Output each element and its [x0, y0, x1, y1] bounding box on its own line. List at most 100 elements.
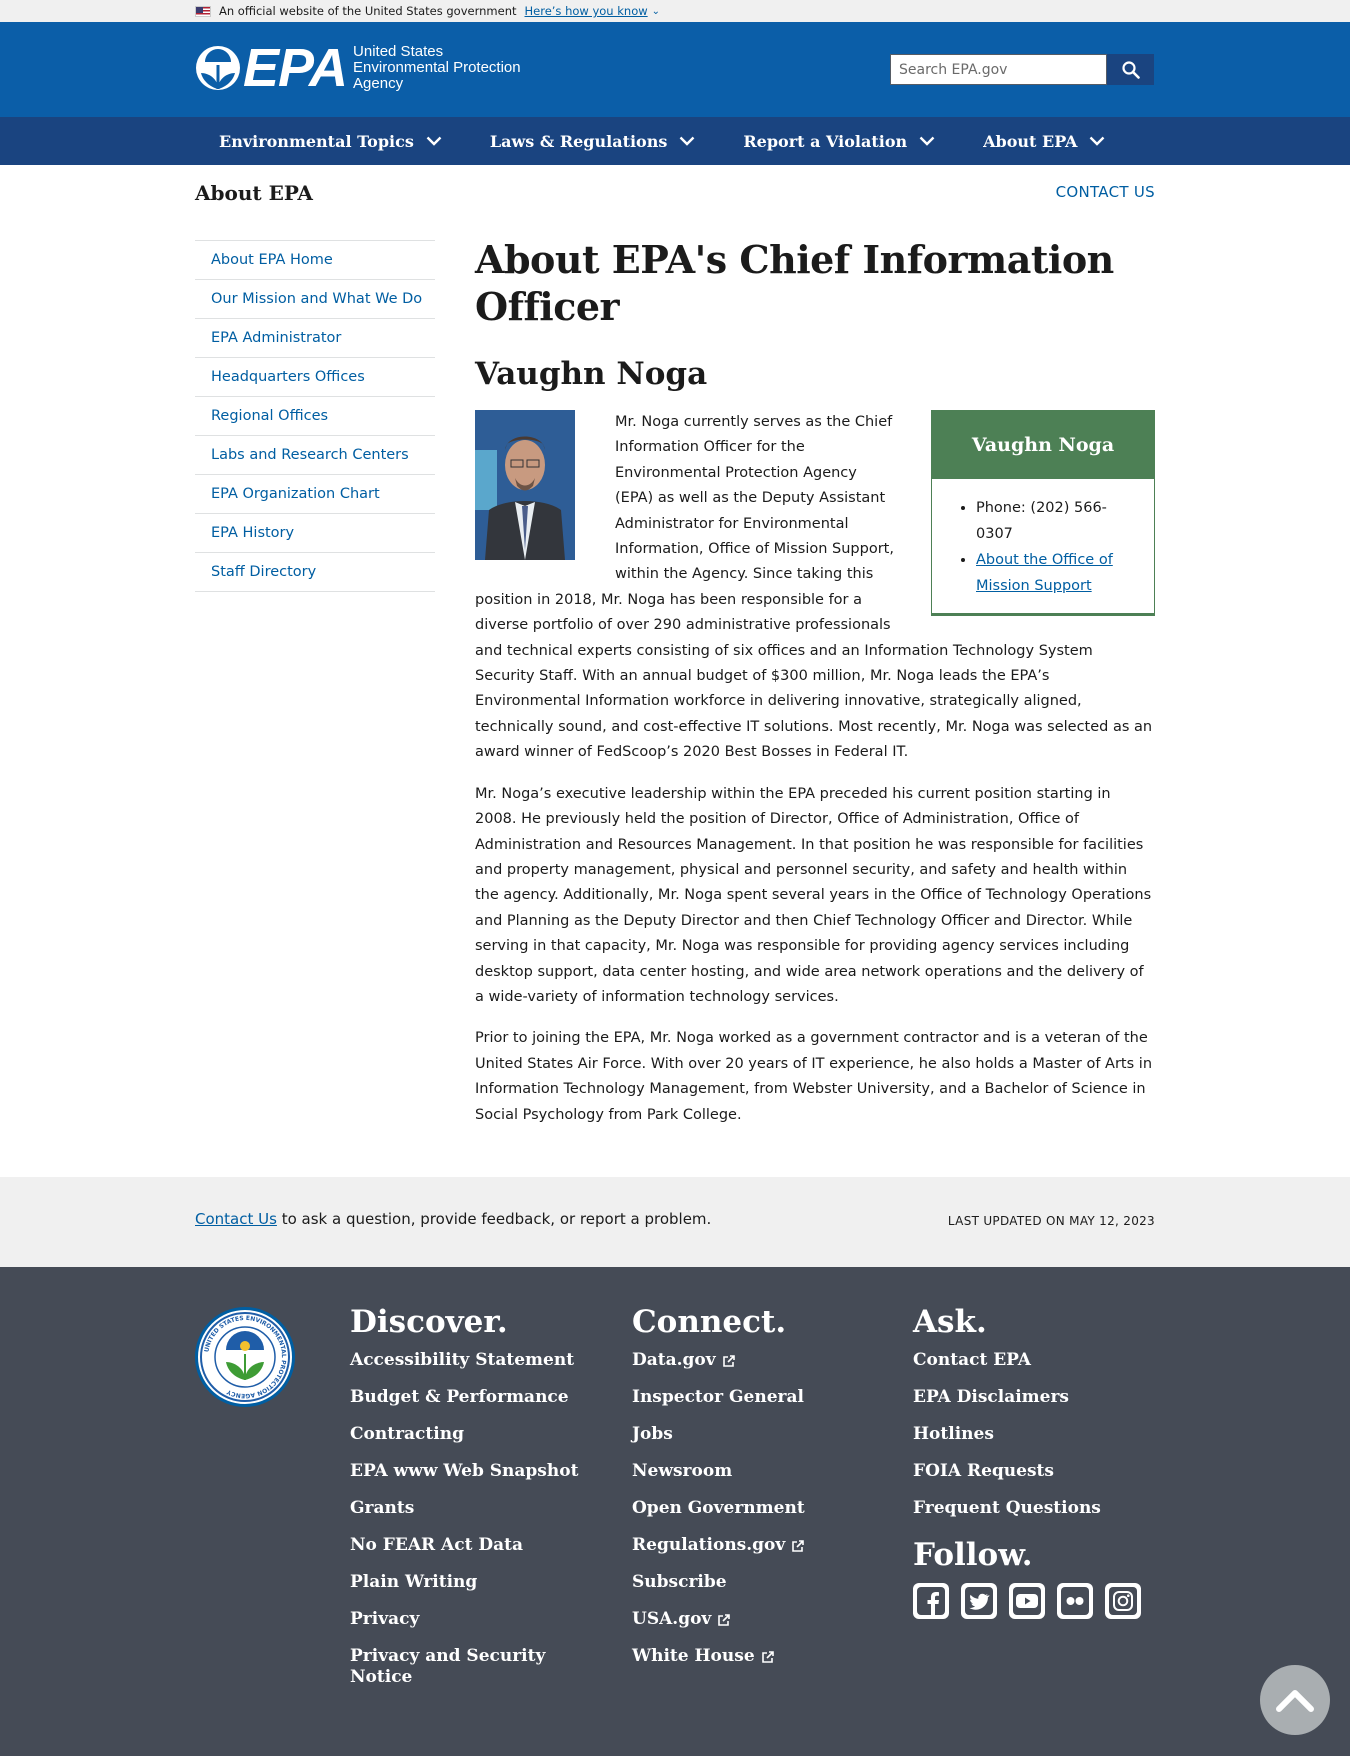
contact-info-box: Vaughn Noga Phone: (202) 566-0307 About …	[931, 410, 1155, 616]
footer-link-foia[interactable]: FOIA Requests	[913, 1461, 1163, 1482]
nav-environmental-topics[interactable]: Environmental Topics	[219, 132, 442, 151]
footer-link-regulations-gov[interactable]: Regulations.gov	[632, 1535, 882, 1556]
footer-link-newsroom[interactable]: Newsroom	[632, 1461, 882, 1482]
last-updated: LAST UPDATED ON MAY 12, 2023	[947, 1214, 1155, 1228]
main-content: About EPA's Chief Information Officer Va…	[475, 236, 1155, 1128]
sidebar-item-about-epa-home[interactable]: About EPA Home	[195, 241, 435, 280]
footer-link-label: White House	[632, 1646, 755, 1666]
agency-name-line3: Agency	[353, 75, 404, 92]
contact-box-link-item: About the Office of Mission Support	[976, 547, 1142, 599]
nav-laws-regulations[interactable]: Laws & Regulations	[490, 132, 696, 151]
sidebar-item-administrator[interactable]: EPA Administrator	[195, 319, 435, 358]
back-to-top-button[interactable]	[1260, 1665, 1330, 1735]
office-of-mission-support-link[interactable]: About the Office of Mission Support	[976, 552, 1113, 594]
page-footer-band: Contact Us to ask a question, provide fe…	[0, 1177, 1350, 1267]
epa-flower-logo-icon	[196, 46, 240, 90]
footer-link-data-gov[interactable]: Data.gov	[632, 1350, 882, 1371]
chevron-down-icon: ⌄	[651, 5, 661, 17]
footer-link-disclaimers[interactable]: EPA Disclaimers	[913, 1387, 1163, 1408]
footer-link-subscribe[interactable]: Subscribe	[632, 1572, 882, 1593]
footer-link-privacy[interactable]: Privacy	[350, 1609, 590, 1630]
footer-link-contact-epa[interactable]: Contact EPA	[913, 1350, 1163, 1371]
sidebar-item-regional-offices[interactable]: Regional Offices	[195, 397, 435, 436]
external-link-icon	[761, 1650, 774, 1663]
ask-heading: Ask.	[913, 1304, 987, 1340]
chevron-down-icon	[680, 136, 695, 146]
footer-link-plain-writing[interactable]: Plain Writing	[350, 1572, 590, 1593]
sidebar-item-org-chart[interactable]: EPA Organization Chart	[195, 475, 435, 514]
footer-link-label: USA.gov	[632, 1609, 712, 1629]
search-button[interactable]	[1107, 54, 1154, 85]
footer-link-label: Regulations.gov	[632, 1535, 786, 1555]
sidebar-nav: About EPA Home Our Mission and What We D…	[195, 240, 435, 592]
contact-box-title: Vaughn Noga	[932, 411, 1154, 479]
footer-link-budget[interactable]: Budget & Performance	[350, 1387, 590, 1408]
heres-how-you-know-link[interactable]: Here’s how you know	[525, 4, 648, 18]
sidebar-item-headquarters[interactable]: Headquarters Offices	[195, 358, 435, 397]
search-form	[890, 54, 1154, 85]
contact-us-footer-link[interactable]: Contact Us	[195, 1210, 277, 1228]
contact-us-link[interactable]: CONTACT US	[1056, 183, 1155, 201]
us-flag-icon	[195, 5, 211, 17]
logo-wordmark: EPA	[243, 38, 348, 98]
footer-ask: Ask. Contact EPA EPA Disclaimers Hotline…	[913, 1302, 1163, 1619]
epa-logo-link[interactable]: EPA United States Environmental Protecti…	[195, 38, 521, 98]
external-link-icon	[722, 1354, 735, 1367]
twitter-icon[interactable]	[961, 1583, 997, 1619]
footer-link-open-government[interactable]: Open Government	[632, 1498, 882, 1519]
bio-body: Vaughn Noga Phone: (202) 566-0307 About …	[475, 410, 1155, 1128]
external-link-icon	[792, 1539, 805, 1552]
agency-name-line2: Environmental Protection	[353, 59, 521, 76]
chevron-down-icon	[1090, 136, 1105, 146]
instagram-icon[interactable]	[1105, 1583, 1141, 1619]
nav-item-label: Report a Violation	[743, 131, 908, 151]
flickr-icon[interactable]	[1057, 1583, 1093, 1619]
footer-link-privacy-security[interactable]: Privacy and Security Notice	[350, 1646, 590, 1688]
footer-link-web-snapshot[interactable]: EPA www Web Snapshot	[350, 1461, 590, 1482]
sidebar-item-mission[interactable]: Our Mission and What We Do	[195, 280, 435, 319]
footer-link-accessibility[interactable]: Accessibility Statement	[350, 1350, 590, 1371]
agency-name: United States Environmental Protection A…	[353, 44, 521, 92]
sidebar-item-history[interactable]: EPA History	[195, 514, 435, 553]
footer-link-usa-gov[interactable]: USA.gov	[632, 1609, 882, 1630]
youtube-icon[interactable]	[1009, 1583, 1045, 1619]
footer-link-faq[interactable]: Frequent Questions	[913, 1498, 1163, 1519]
search-icon	[1121, 60, 1140, 79]
bio-paragraph-3: Prior to joining the EPA, Mr. Noga worke…	[475, 1030, 1153, 1123]
portrait-photo	[475, 410, 575, 560]
person-name-heading: Vaughn Noga	[475, 356, 708, 392]
footer-link-label: Data.gov	[632, 1350, 716, 1370]
main-nav: Environmental Topics Laws & Regulations …	[0, 117, 1350, 165]
phone-number: Phone: (202) 566-0307	[976, 495, 1142, 547]
feedback-text: to ask a question, provide feedback, or …	[276, 1210, 712, 1228]
follow-heading: Follow.	[913, 1537, 1033, 1573]
footer-link-inspector-general[interactable]: Inspector General	[632, 1387, 882, 1408]
footer-link-grants[interactable]: Grants	[350, 1498, 590, 1519]
search-input[interactable]	[890, 54, 1107, 85]
nav-about-epa[interactable]: About EPA	[983, 132, 1105, 151]
footer-link-no-fear[interactable]: No FEAR Act Data	[350, 1535, 590, 1556]
portrait-image	[475, 410, 575, 560]
nav-item-label: Laws & Regulations	[489, 131, 668, 151]
footer-link-hotlines[interactable]: Hotlines	[913, 1424, 1163, 1445]
footer-link-white-house[interactable]: White House	[632, 1646, 882, 1667]
feedback-line: Contact Us to ask a question, provide fe…	[195, 1210, 711, 1228]
footer-discover: Discover. Accessibility Statement Budget…	[350, 1302, 590, 1704]
chevron-up-icon	[1276, 1690, 1314, 1712]
chevron-down-icon	[919, 136, 935, 146]
gov-banner: An official website of the United States…	[0, 0, 1350, 22]
epa-seal: UNITED STATES ENVIRONMENTAL PROTECTION A…	[200, 1312, 290, 1402]
site-footer: UNITED STATES ENVIRONMENTAL PROTECTION A…	[0, 1267, 1350, 1756]
footer-link-contracting[interactable]: Contracting	[350, 1424, 590, 1445]
social-links	[913, 1583, 1163, 1619]
external-link-icon	[718, 1613, 731, 1626]
sidebar-item-staff-directory[interactable]: Staff Directory	[195, 553, 435, 592]
nav-report-violation[interactable]: Report a Violation	[743, 132, 935, 151]
page-title: About EPA's Chief Information Officer	[475, 237, 1114, 329]
footer-connect: Connect. Data.gov Inspector General Jobs…	[632, 1302, 882, 1683]
footer-link-jobs[interactable]: Jobs	[632, 1424, 882, 1445]
contact-box-list: Phone: (202) 566-0307 About the Office o…	[932, 479, 1154, 613]
facebook-icon[interactable]	[913, 1583, 949, 1619]
sidebar-item-labs[interactable]: Labs and Research Centers	[195, 436, 435, 475]
bio-paragraph-2: Mr. Noga’s executive leadership within t…	[475, 785, 1152, 1005]
